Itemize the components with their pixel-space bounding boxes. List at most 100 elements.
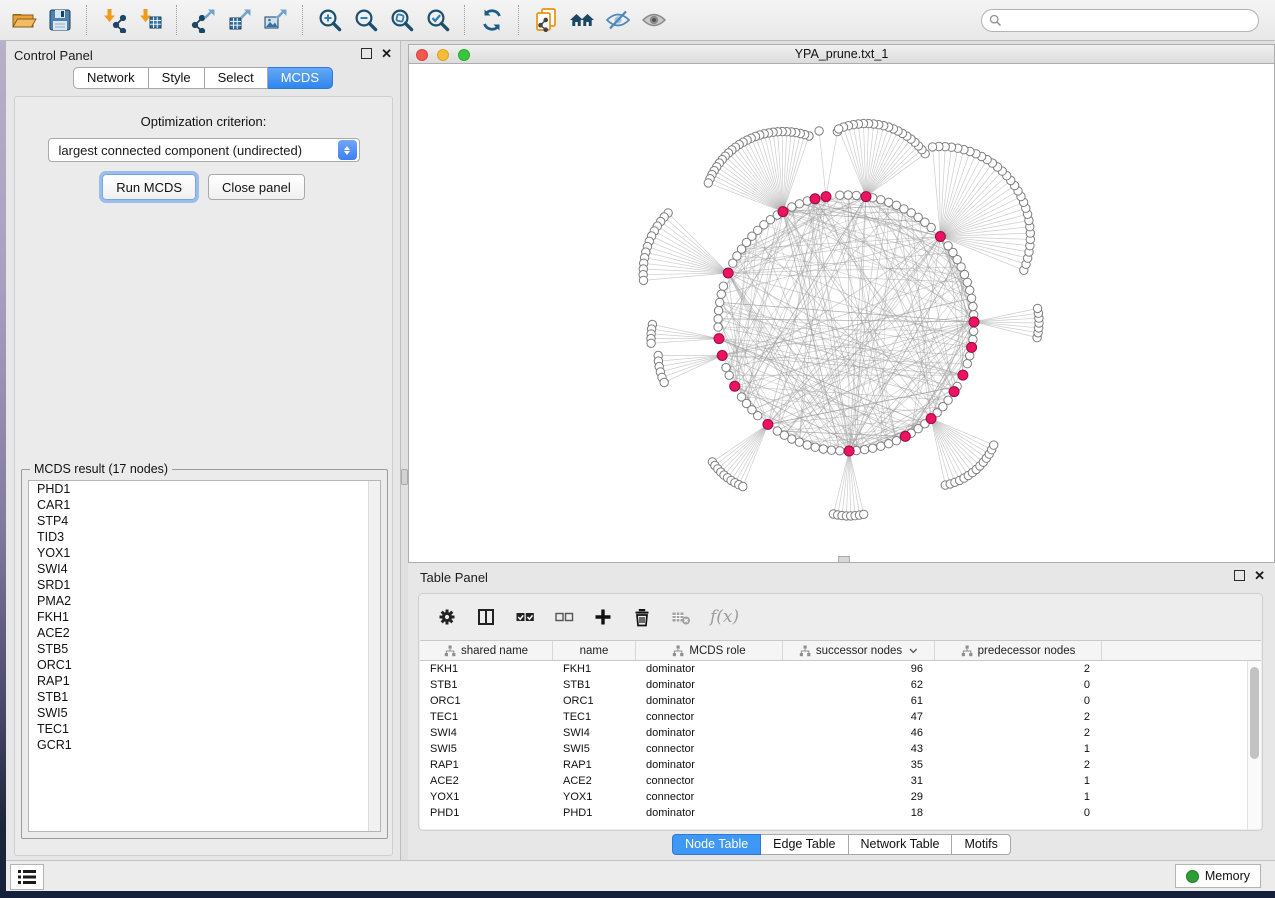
- mcds-result-item[interactable]: FKH1: [29, 609, 380, 625]
- graph-node[interactable]: [722, 363, 730, 371]
- graph-node[interactable]: [639, 276, 647, 284]
- graph-node[interactable]: [877, 442, 885, 450]
- graph-hub-node[interactable]: [844, 446, 854, 456]
- graph-node[interactable]: [963, 278, 971, 286]
- search-input[interactable]: [1006, 13, 1258, 29]
- graph-node[interactable]: [852, 191, 860, 199]
- export-image-button[interactable]: [258, 3, 294, 37]
- table-row[interactable]: SWI5SWI5connector431: [420, 741, 1261, 757]
- graph-node[interactable]: [963, 360, 971, 368]
- graph-node[interactable]: [967, 294, 975, 302]
- graph-node[interactable]: [819, 445, 827, 453]
- mcds-result-item[interactable]: SWI5: [29, 705, 380, 721]
- criterion-select[interactable]: largest connected component (undirected): [48, 138, 360, 162]
- run-mcds-button[interactable]: Run MCDS: [102, 174, 196, 200]
- graph-node[interactable]: [716, 298, 724, 306]
- float-panel-icon[interactable]: [1234, 570, 1245, 581]
- table-row[interactable]: ORC1ORC1dominator610: [420, 693, 1261, 709]
- graph-node[interactable]: [860, 445, 868, 453]
- graph-hub-node[interactable]: [958, 370, 968, 380]
- table-row[interactable]: ACE2ACE2connector311: [420, 773, 1261, 789]
- mcds-result-item[interactable]: TID3: [29, 529, 380, 545]
- graph-node[interactable]: [892, 437, 900, 445]
- graph-node[interactable]: [714, 315, 722, 323]
- save-session-button[interactable]: [42, 3, 78, 37]
- tab-network[interactable]: Network: [73, 67, 149, 89]
- tab-style[interactable]: Style: [149, 67, 205, 89]
- zoom-out-button[interactable]: [348, 3, 384, 37]
- table-scrollbar-thumb[interactable]: [1250, 667, 1259, 759]
- import-network-button[interactable]: [96, 3, 132, 37]
- network-canvas[interactable]: [408, 64, 1275, 563]
- graph-hub-node[interactable]: [730, 381, 740, 391]
- tab-node-table[interactable]: Node Table: [672, 834, 761, 855]
- graph-node[interactable]: [717, 290, 725, 298]
- export-network-button[interactable]: [186, 3, 222, 37]
- zoom-selected-button[interactable]: [420, 3, 456, 37]
- vertical-splitter[interactable]: [401, 41, 408, 860]
- graph-node[interactable]: [827, 446, 835, 454]
- network-graph[interactable]: [409, 64, 1274, 561]
- graph-node[interactable]: [885, 198, 893, 206]
- graph-hub-node[interactable]: [949, 387, 959, 397]
- graph-hub-node[interactable]: [723, 268, 733, 278]
- graph-hub-node[interactable]: [821, 192, 831, 202]
- mcds-result-item[interactable]: TEC1: [29, 721, 380, 737]
- graph-node[interactable]: [803, 441, 811, 449]
- graph-node[interactable]: [836, 191, 844, 199]
- graph-hub-node[interactable]: [969, 317, 979, 327]
- table-row[interactable]: PHD1PHD1dominator180: [420, 805, 1261, 821]
- table-row[interactable]: YOX1YOX1connector291: [420, 789, 1261, 805]
- minimize-window-icon[interactable]: [437, 49, 449, 61]
- close-panel-button[interactable]: Close panel: [208, 174, 305, 200]
- column-header-predecessor-nodes[interactable]: predecessor nodes: [935, 641, 1102, 660]
- network-titlebar[interactable]: YPA_prune.txt_1: [408, 44, 1275, 64]
- graph-node[interactable]: [969, 302, 977, 310]
- graph-node[interactable]: [714, 323, 722, 331]
- home-pages-button[interactable]: [564, 3, 600, 37]
- graph-hub-node[interactable]: [935, 232, 945, 242]
- graph-node[interactable]: [725, 371, 733, 379]
- graph-node[interactable]: [877, 196, 885, 204]
- graph-node[interactable]: [739, 482, 747, 490]
- column-header-MCDS-role[interactable]: MCDS role: [636, 641, 783, 660]
- table-row[interactable]: STB1STB1dominator620: [420, 677, 1261, 693]
- mcds-result-item[interactable]: STB5: [29, 641, 380, 657]
- add-column-button[interactable]: [593, 607, 613, 627]
- graph-node[interactable]: [928, 143, 936, 151]
- zoom-fit-button[interactable]: [384, 3, 420, 37]
- graph-node[interactable]: [966, 352, 974, 360]
- show-all-button[interactable]: [636, 3, 672, 37]
- mcds-result-item[interactable]: PMA2: [29, 593, 380, 609]
- graph-hub-node[interactable]: [967, 342, 977, 352]
- tab-motifs[interactable]: Motifs: [952, 834, 1010, 855]
- mcds-result-item[interactable]: ACE2: [29, 625, 380, 641]
- graph-hub-node[interactable]: [778, 207, 788, 217]
- mcds-result-item[interactable]: ORC1: [29, 657, 380, 673]
- graph-node[interactable]: [836, 447, 844, 455]
- mcds-list-scrollbar[interactable]: [368, 481, 380, 831]
- graph-node[interactable]: [660, 378, 668, 386]
- column-header-shared-name[interactable]: shared name: [420, 641, 553, 660]
- graph-node[interactable]: [714, 306, 722, 314]
- graph-hub-node[interactable]: [717, 351, 727, 361]
- tab-select[interactable]: Select: [205, 67, 268, 89]
- zoom-in-button[interactable]: [312, 3, 348, 37]
- mcds-result-item[interactable]: YOX1: [29, 545, 380, 561]
- graph-hub-node[interactable]: [810, 194, 820, 204]
- graph-node[interactable]: [754, 412, 762, 420]
- maximize-window-icon[interactable]: [458, 49, 470, 61]
- tab-edge-table[interactable]: Edge Table: [761, 834, 848, 855]
- select-all-button[interactable]: [515, 607, 535, 627]
- close-window-icon[interactable]: [416, 49, 428, 61]
- close-panel-icon[interactable]: ✕: [381, 48, 392, 59]
- close-panel-icon[interactable]: ✕: [1254, 570, 1265, 581]
- graph-node[interactable]: [815, 127, 823, 135]
- graph-node[interactable]: [944, 396, 952, 404]
- open-session-button[interactable]: [6, 3, 42, 37]
- split-columns-button[interactable]: [476, 607, 496, 627]
- graph-node[interactable]: [835, 125, 843, 133]
- tab-mcds[interactable]: MCDS: [268, 67, 333, 89]
- deselect-all-button[interactable]: [554, 607, 574, 627]
- table-row[interactable]: TEC1TEC1connector472: [420, 709, 1261, 725]
